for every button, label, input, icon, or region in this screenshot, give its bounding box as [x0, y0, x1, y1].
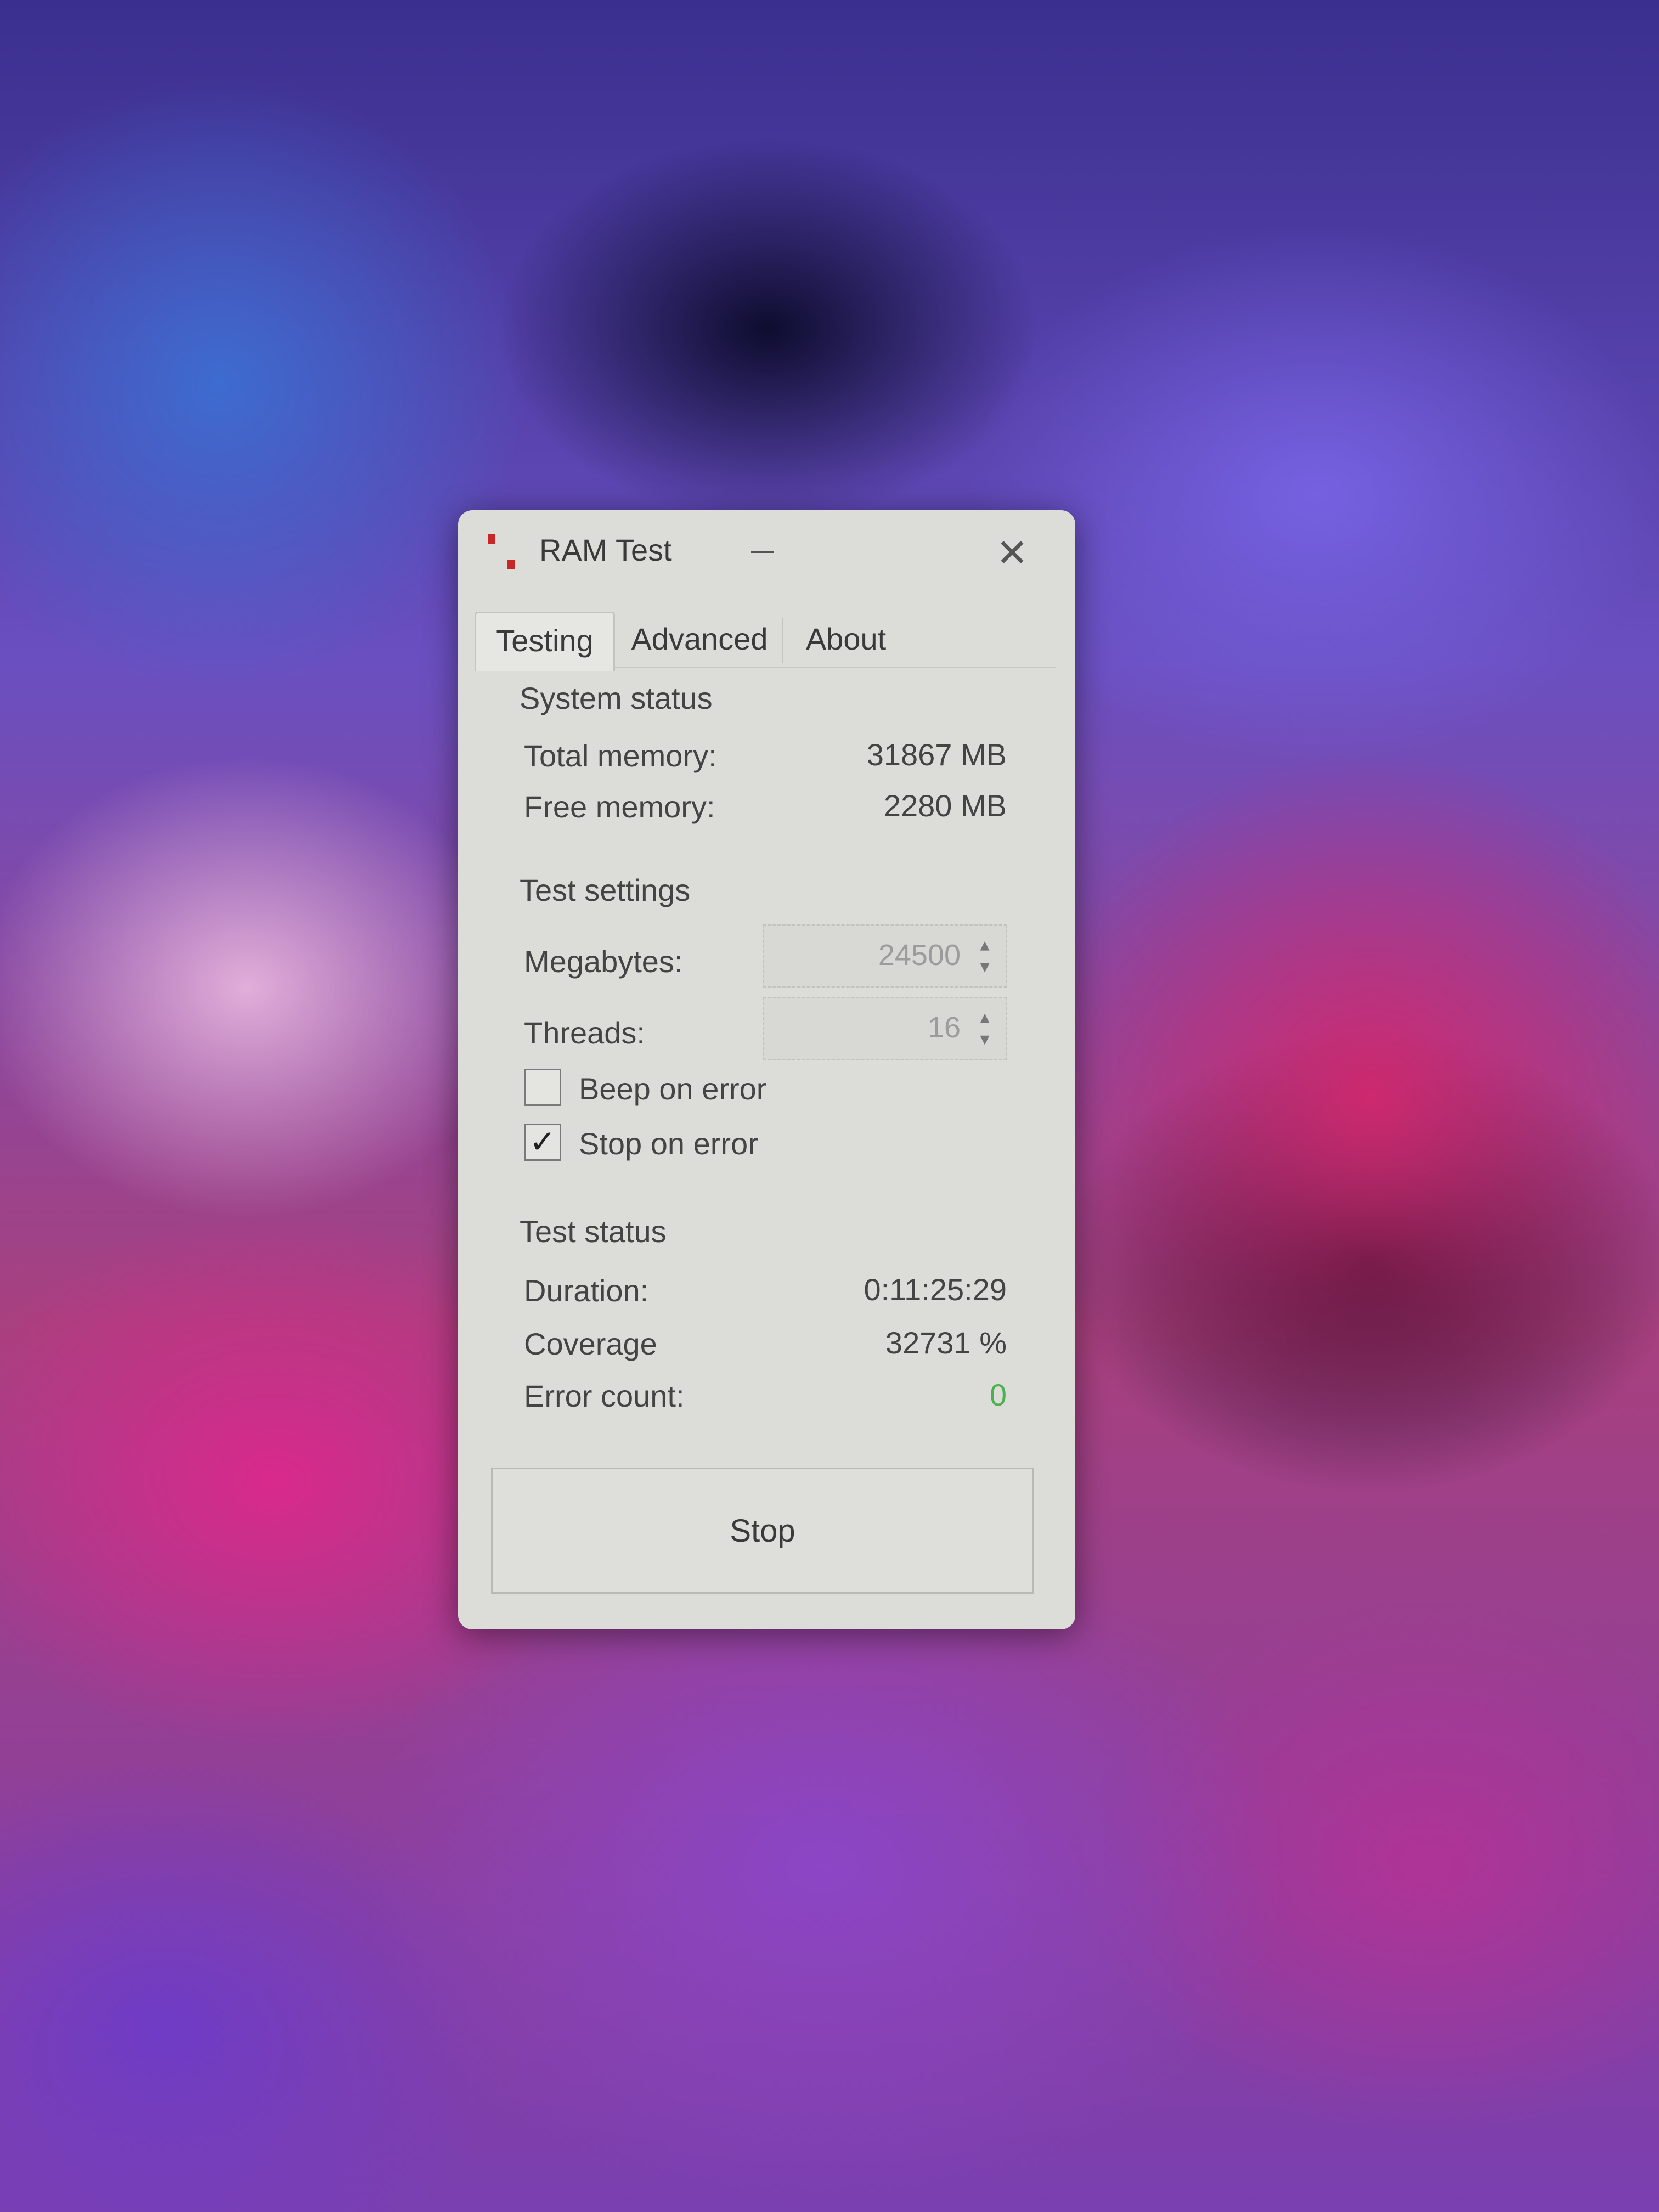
tab-about[interactable]: About [788, 612, 904, 667]
ram-test-window: RAM Test ✕ Testing Advanced About System… [458, 510, 1075, 1629]
beep-on-error-label[interactable]: Beep on error [579, 1071, 766, 1107]
close-icon[interactable]: ✕ [985, 526, 1040, 580]
total-memory-label: Total memory: [524, 738, 717, 773]
beep-on-error-checkbox[interactable] [524, 1069, 561, 1106]
megabytes-value[interactable]: 24500 [878, 938, 961, 972]
tab-bar: Testing Advanced About [475, 612, 1056, 672]
threads-spin-arrows-icon[interactable]: ▴ ▾ [974, 1006, 996, 1050]
megabytes-spinbox[interactable]: 24500 ▴ ▾ [763, 924, 1007, 988]
stop-on-error-label[interactable]: Stop on error [579, 1126, 758, 1161]
test-settings-title: Test settings [520, 873, 691, 907]
tab-advanced[interactable]: Advanced [617, 612, 782, 667]
coverage-label: Coverage [524, 1327, 657, 1361]
window-title: RAM Test [539, 533, 672, 567]
tab-testing[interactable]: Testing [475, 612, 615, 672]
coverage-value: 32731 % [885, 1325, 1007, 1360]
checkmark-icon: ✓ [529, 1124, 556, 1160]
free-memory-value: 2280 MB [883, 788, 1007, 823]
system-status-title: System status [520, 681, 713, 715]
test-status-title: Test status [520, 1214, 667, 1249]
megabytes-label: Megabytes: [524, 944, 683, 979]
ram-test-app-icon [486, 532, 518, 576]
duration-label: Duration: [524, 1273, 649, 1308]
stop-button[interactable]: Stop [491, 1468, 1034, 1594]
error-count-value: 0 [989, 1378, 1007, 1412]
stop-on-error-checkbox[interactable]: ✓ [524, 1124, 561, 1161]
free-memory-label: Free memory: [524, 789, 715, 824]
threads-label: Threads: [524, 1015, 645, 1050]
threads-value[interactable]: 16 [928, 1011, 961, 1045]
minimize-icon[interactable] [738, 527, 787, 576]
threads-spinbox[interactable]: 16 ▴ ▾ [763, 997, 1007, 1060]
megabytes-spin-arrows-icon[interactable]: ▴ ▾ [974, 934, 996, 978]
total-memory-value: 31867 MB [866, 737, 1007, 772]
title-bar[interactable]: RAM Test ✕ [458, 510, 1075, 592]
tab-separator [782, 618, 783, 663]
error-count-label: Error count: [524, 1379, 685, 1413]
duration-value: 0:11:25:29 [864, 1272, 1007, 1307]
